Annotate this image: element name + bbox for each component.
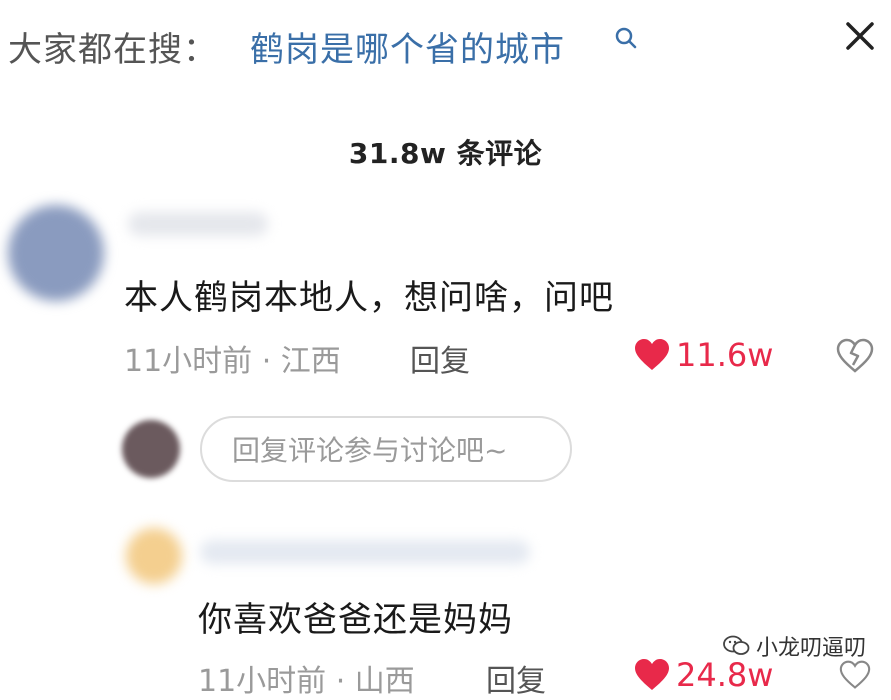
watermark-text: 小龙叨逼叨: [756, 636, 867, 661]
avatar[interactable]: [126, 528, 182, 584]
comment-meta: 11小时前 · 江西: [124, 344, 341, 379]
suggested-search-link[interactable]: 鹤岗是哪个省的城市: [250, 22, 565, 71]
heart-icon: [635, 339, 669, 370]
wechat-icon: [723, 635, 750, 655]
wechat-watermark: 小龙叨逼叨: [722, 630, 866, 662]
comment-text: 本人鹤岗本地人，想问啥，问吧: [124, 278, 614, 318]
username-blurred[interactable]: [128, 212, 268, 236]
comment-meta: 11小时前 · 山西: [198, 664, 415, 699]
close-icon[interactable]: [840, 16, 880, 56]
reply-input-placeholder: 回复评论参与讨论吧~: [232, 434, 508, 467]
like-button[interactable]: 11.6w: [634, 336, 773, 374]
reply-button[interactable]: 回复: [410, 336, 470, 380]
username-blurred[interactable]: [200, 540, 530, 564]
reply-input[interactable]: 回复评论参与讨论吧~: [200, 416, 572, 482]
broken-heart-icon[interactable]: [836, 660, 874, 690]
comments-count-title: 31.8w 条评论: [348, 137, 543, 170]
broken-heart-icon[interactable]: [836, 338, 874, 374]
like-count: 11.6w: [676, 336, 774, 374]
comment-text: 你喜欢爸爸还是妈妈: [198, 600, 513, 640]
search-icon[interactable]: [612, 24, 642, 54]
current-user-avatar: [122, 420, 180, 478]
search-suggestion-bar: 大家都在搜： 鹤岗是哪个省的城市: [0, 0, 891, 90]
reply-button[interactable]: 回复: [486, 656, 546, 700]
search-prefix-label: 大家都在搜：: [8, 30, 218, 70]
avatar[interactable]: [8, 205, 104, 301]
heart-icon: [635, 659, 669, 690]
